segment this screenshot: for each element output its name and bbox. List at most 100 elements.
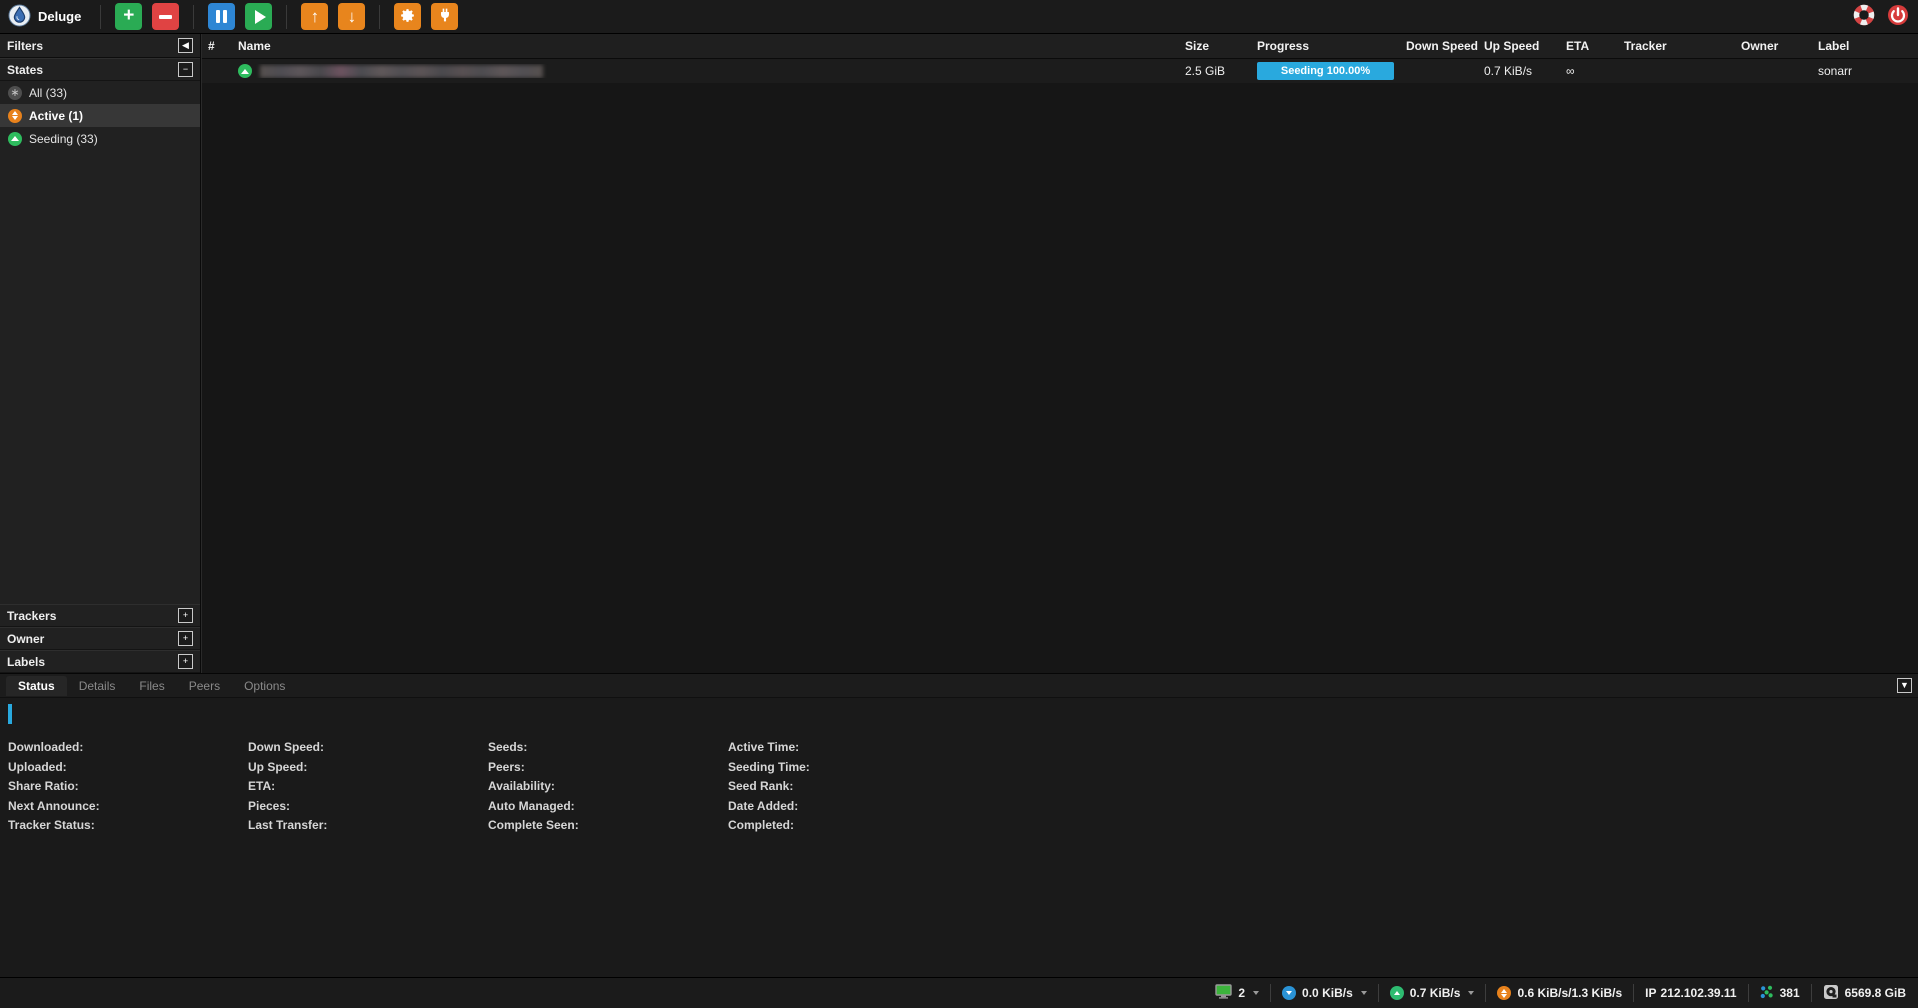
seeding-state-icon (238, 64, 252, 78)
connection-manager-button[interactable] (431, 3, 458, 30)
status-field-grid: Downloaded: Uploaded: Share Ratio: Next … (8, 738, 1910, 836)
labels-section-header[interactable]: Labels + (0, 650, 200, 673)
field-label-downloaded: Downloaded: (8, 738, 248, 758)
protocol-traffic-indicator[interactable]: 0.6 KiB/s/1.3 KiB/s (1486, 986, 1633, 1000)
protocol-rate-value: 0.6 KiB/s/1.3 KiB/s (1517, 986, 1622, 1000)
tab-files[interactable]: Files (127, 676, 176, 696)
details-panel: Status Details Files Peers Options ▼ Dow… (0, 673, 1918, 977)
torrent-size-cell: 2.5 GiB (1179, 64, 1251, 78)
sidebar-item-all[interactable]: ∗ All (33) (0, 81, 200, 104)
field-label-completed: Completed: (728, 816, 968, 836)
queue-up-button[interactable]: ↑ (301, 3, 328, 30)
tab-status[interactable]: Status (6, 676, 67, 696)
states-title: States (7, 63, 43, 77)
help-button[interactable] (1852, 5, 1876, 29)
column-header-name[interactable]: Name (232, 39, 1179, 53)
chevron-down-icon (1361, 991, 1367, 995)
column-header-down-speed[interactable]: Down Speed (1400, 39, 1478, 53)
pause-icon (216, 10, 227, 23)
torrent-list: # Name Size Progress Down Speed Up Speed… (201, 34, 1918, 673)
free-space-indicator[interactable]: 6569.8 GiB (1812, 984, 1908, 1003)
column-header-tracker[interactable]: Tracker (1618, 39, 1735, 53)
toolbar-separator (379, 5, 380, 29)
expand-labels-button[interactable]: + (178, 654, 193, 669)
sidebar-spacer (0, 150, 200, 604)
tab-details[interactable]: Details (67, 676, 128, 696)
expand-trackers-button[interactable]: + (178, 608, 193, 623)
chevron-down-icon (1468, 991, 1474, 995)
field-label-active-time: Active Time: (728, 738, 968, 758)
ip-label: IP (1645, 986, 1656, 1000)
collapse-sidebar-button[interactable]: ◀ (178, 38, 193, 53)
tab-peers[interactable]: Peers (177, 676, 232, 696)
field-label-next-announce: Next Announce: (8, 797, 248, 817)
sidebar-item-active[interactable]: Active (1) (0, 104, 200, 127)
field-label-last-transfer: Last Transfer: (248, 816, 488, 836)
details-tab-bar: Status Details Files Peers Options ▼ (0, 674, 1918, 698)
minus-icon: − (183, 65, 188, 74)
trackers-section-header[interactable]: Trackers + (0, 604, 200, 627)
arrow-down-icon: ↓ (348, 8, 357, 25)
column-header-size[interactable]: Size (1179, 39, 1251, 53)
free-space-value: 6569.8 GiB (1845, 986, 1906, 1000)
connections-count: 2 (1238, 986, 1245, 1000)
status-progress-bar (8, 704, 12, 724)
queue-down-button[interactable]: ↓ (338, 3, 365, 30)
column-header-owner[interactable]: Owner (1735, 39, 1812, 53)
upload-rate-indicator[interactable]: 0.7 KiB/s (1379, 986, 1486, 1000)
field-label-uploaded: Uploaded: (8, 758, 248, 778)
tab-options[interactable]: Options (232, 676, 297, 696)
ip-value: 212.102.39.11 (1661, 986, 1737, 1000)
connections-indicator[interactable]: 2 (1204, 984, 1270, 1002)
all-state-icon: ∗ (8, 86, 22, 100)
collapse-panel-button[interactable]: ▼ (1897, 678, 1912, 693)
expand-owner-button[interactable]: + (178, 631, 193, 646)
remove-torrent-button[interactable] (152, 3, 179, 30)
download-rate-value: 0.0 KiB/s (1302, 986, 1353, 1000)
sidebar-item-seeding[interactable]: Seeding (33) (0, 127, 200, 150)
column-header-up-speed[interactable]: Up Speed (1478, 39, 1560, 53)
external-ip-indicator: IP 212.102.39.11 (1634, 986, 1747, 1000)
app-logo-wrap: Deluge (8, 4, 81, 30)
collapse-states-button[interactable]: − (178, 62, 193, 77)
status-column-4: Active Time: Seeding Time: Seed Rank: Da… (728, 738, 968, 836)
download-rate-indicator[interactable]: 0.0 KiB/s (1271, 986, 1378, 1000)
arrow-up-icon: ↑ (311, 8, 320, 25)
logout-button[interactable] (1886, 5, 1910, 29)
play-icon (255, 10, 266, 24)
deluge-logo-icon (8, 4, 31, 30)
column-header-number[interactable]: # (202, 39, 232, 53)
dht-nodes-count: 381 (1780, 986, 1800, 1000)
table-row[interactable]: 2.5 GiB Seeding 100.00% 0.7 KiB/s ∞ sona… (202, 59, 1918, 83)
field-label-seeds: Seeds: (488, 738, 728, 758)
column-header-progress[interactable]: Progress (1251, 39, 1400, 53)
hard-disk-icon (1823, 984, 1839, 1003)
state-item-label: Seeding (33) (29, 132, 98, 146)
dht-nodes-indicator[interactable]: 381 (1749, 985, 1811, 1002)
field-label-date-added: Date Added: (728, 797, 968, 817)
state-item-label: Active (1) (29, 109, 83, 123)
status-column-2: Down Speed: Up Speed: ETA: Pieces: Last … (248, 738, 488, 836)
filters-header: Filters ◀ (0, 34, 200, 58)
column-header-eta[interactable]: ETA (1560, 39, 1618, 53)
owner-section-header[interactable]: Owner + (0, 627, 200, 650)
upload-icon (1390, 986, 1404, 1000)
states-section-header[interactable]: States − (0, 58, 200, 81)
field-label-down-speed: Down Speed: (248, 738, 488, 758)
lifebuoy-icon (1853, 4, 1875, 29)
toolbar-separator (193, 5, 194, 29)
chevron-down-icon: ▼ (1900, 681, 1909, 690)
pause-button[interactable] (208, 3, 235, 30)
resume-button[interactable] (245, 3, 272, 30)
field-label-seed-rank: Seed Rank: (728, 777, 968, 797)
add-torrent-button[interactable]: + (115, 3, 142, 30)
deluge-web-ui: Deluge + ↑ ↓ (0, 0, 1918, 1008)
field-label-availability: Availability: (488, 777, 728, 797)
preferences-button[interactable] (394, 3, 421, 30)
chevron-left-icon: ◀ (182, 41, 189, 50)
torrent-up-speed-cell: 0.7 KiB/s (1478, 64, 1560, 78)
column-header-label[interactable]: Label (1812, 39, 1918, 53)
download-icon (1282, 986, 1296, 1000)
plug-icon (437, 7, 453, 26)
field-label-auto-managed: Auto Managed: (488, 797, 728, 817)
